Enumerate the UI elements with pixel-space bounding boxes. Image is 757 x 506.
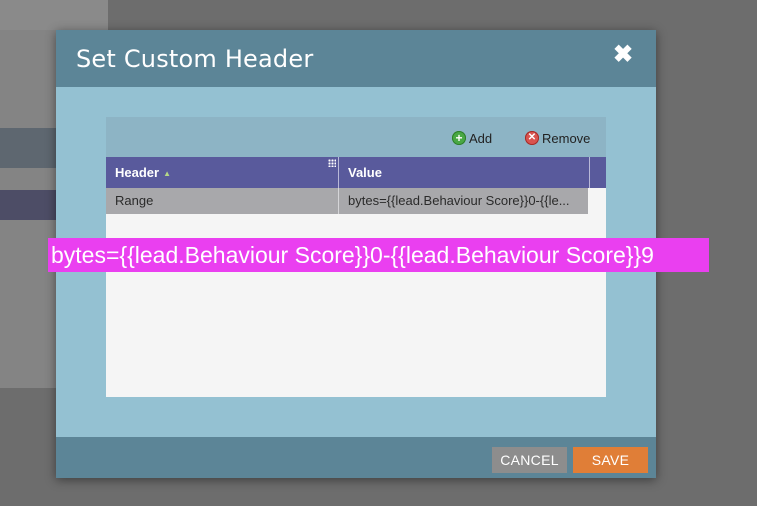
grid-column-headers: Header ▲ Value: [106, 157, 606, 188]
column-header-label: Value: [348, 165, 382, 180]
remove-button-label: Remove: [542, 130, 591, 146]
sort-icon: ▲: [163, 169, 171, 179]
dialog-footer: CANCEL SAVE: [56, 437, 656, 478]
add-button-label: Add: [469, 130, 493, 146]
value-tooltip: bytes={{lead.Behaviour Score}}0-{{lead.B…: [48, 238, 709, 272]
remove-button[interactable]: ✕ Remove: [525, 129, 590, 147]
background-stripe: [0, 128, 56, 168]
background-stripe: [0, 190, 56, 220]
plus-circle-icon: +: [452, 131, 466, 145]
dialog-header: Set Custom Header ✖: [56, 30, 656, 87]
column-header-label: Header: [115, 165, 160, 180]
column-header-value[interactable]: Value: [339, 157, 590, 188]
cancel-button[interactable]: CANCEL: [492, 447, 567, 473]
header-cell[interactable]: Range: [106, 188, 339, 214]
table-row[interactable]: Range bytes={{lead.Behaviour Score}}0-{{…: [106, 188, 588, 214]
close-icon[interactable]: ✖: [612, 43, 634, 67]
background-panel: [0, 0, 108, 30]
x-circle-icon: ✕: [525, 131, 539, 145]
resize-grip-icon[interactable]: [328, 159, 336, 167]
add-button[interactable]: + Add: [452, 129, 492, 147]
save-button[interactable]: SAVE: [573, 447, 648, 473]
dialog-title: Set Custom Header: [76, 45, 314, 73]
grid-toolbar: + Add ✕ Remove: [106, 117, 606, 157]
value-cell[interactable]: bytes={{lead.Behaviour Score}}0-{{le...: [339, 188, 588, 214]
column-header-header[interactable]: Header ▲: [106, 157, 339, 188]
